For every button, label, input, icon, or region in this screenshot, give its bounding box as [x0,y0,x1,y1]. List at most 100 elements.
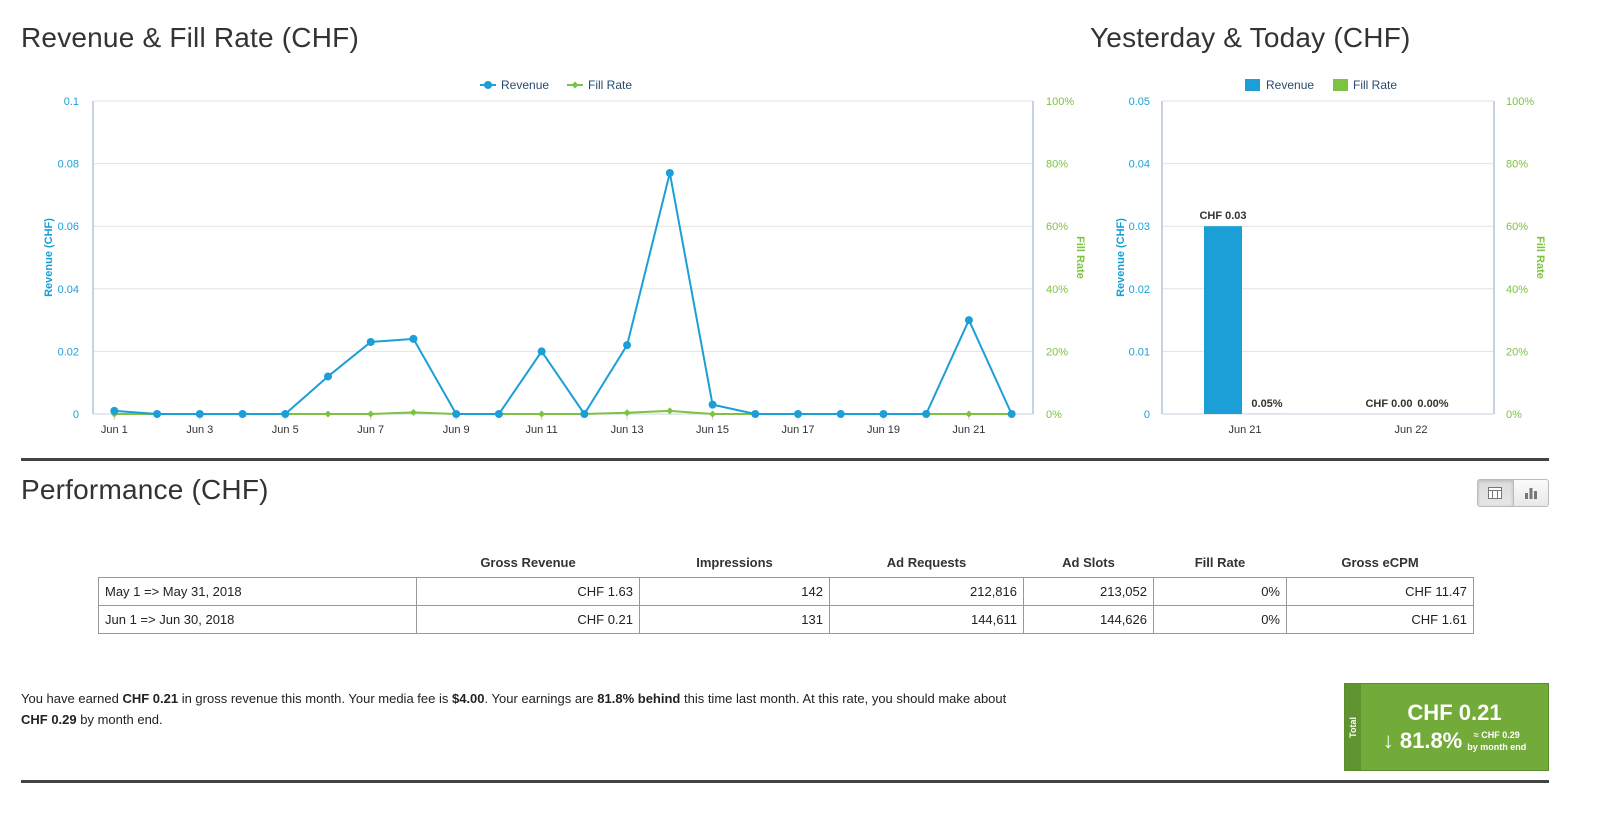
gross-ecpm-cell: CHF 1.61 [1286,604,1474,634]
y-tick-label: 0.02 [1129,284,1150,296]
fill-rate-point [538,410,546,418]
fill-rate-point [965,410,973,418]
total-side-tab: Total [1345,684,1361,770]
revenue-point [452,410,461,418]
table-row: Jun 1 => Jun 30, 2018 CHF 0.21 131 144,6… [98,604,1474,634]
table-view-button[interactable] [1478,480,1514,506]
x-tick-label: Jun 17 [781,424,814,436]
ad-requests-cell: 212,816 [829,576,1024,606]
col-header-gross-ecpm: Gross eCPM [1341,555,1419,571]
y2-tick-label: 60% [1046,221,1068,233]
y-tick-label: 0.04 [1129,159,1150,171]
table-row: May 1 => May 31, 2018 CHF 1.63 142 212,8… [98,576,1474,606]
revenue-point [836,410,845,418]
legend-revenue-label: Revenue [1266,78,1314,92]
x-tick-label: Jun 21 [952,424,985,436]
y-tick-label: 0.04 [58,284,79,296]
summary-text: You have earned [21,691,123,706]
y2-tick-label: 20% [1506,346,1528,358]
fill-rate-point [666,407,674,415]
table-header-row: Gross Revenue Impressions Ad Requests Ad… [99,549,1474,577]
revenue-point [623,341,632,350]
y-axis-title: Revenue (CHF) [43,218,55,297]
y-tick-label: 0 [73,409,79,421]
summary-media-fee: $4.00 [451,691,485,706]
y-tick-label: 0.02 [58,346,79,358]
yesterday-today-chart: 0 0.01 0.02 0.03 0.04 0.05 0% 20% 40% 60% 80% 100% R… [1115,78,1546,436]
x-tick-label: Jun 11 [526,424,558,436]
revenue-point [665,168,674,177]
col-header-ad-slots: Ad Slots [1062,555,1115,571]
revenue-point [1007,410,1016,418]
revenue-point [409,334,418,343]
revenue-point [281,410,290,418]
revenue-point [794,410,802,418]
y-tick-label: 0.03 [1129,221,1150,233]
x-tick-label: Jun 3 [186,424,213,436]
legend-fill-rate-swatch [1333,79,1348,91]
summary-text: this time last month. At this rate, you … [680,691,1007,706]
fill-rate-cell: 0% [1153,576,1287,606]
summary-text: by month end. [76,712,163,727]
fill-rate-point [409,408,417,416]
y2-axis-title: Fill Rate [1074,236,1086,279]
y2-tick-label: 20% [1046,346,1068,358]
revenue-series-line [114,172,1013,416]
ad-slots-cell: 144,626 [1023,604,1154,634]
view-toggle [1477,479,1549,507]
col-header-ad-requests: Ad Requests [886,555,967,571]
y2-tick-label: 40% [1506,284,1528,296]
section-divider [21,458,1549,461]
bar-chart-view-icon [1524,488,1537,499]
y2-tick-label: 0% [1506,409,1522,421]
y-tick-label: 0.05 [1129,96,1150,108]
gross-ecpm-cell: CHF 11.47 [1286,576,1474,606]
x-tick-label: Jun 7 [357,424,384,436]
gross-revenue-cell: CHF 0.21 [416,604,640,634]
bottom-divider [21,780,1549,783]
chart-view-button[interactable] [1514,480,1549,506]
performance-title: Performance (CHF) [21,474,269,505]
summary-projection: CHF 0.29 [21,712,77,727]
ad-slots-cell: 213,052 [1023,576,1154,606]
col-header-fill-rate: Fill Rate [1194,555,1246,571]
performance-table: Gross Revenue Impressions Ad Requests Ad… [98,549,1474,634]
x-tick-label: Jun 21 [1228,424,1261,436]
x-tick-label: Jun 22 [1394,424,1427,436]
table-view-icon [1488,487,1503,499]
impressions-cell: 142 [639,576,830,606]
yesterday-today-chart-title: Yesterday & Today (CHF) [1090,22,1411,53]
fill-rate-bar-label: 0.00% [1417,398,1448,410]
revenue-point [195,410,204,418]
total-amount: CHF 0.21 [1407,700,1502,725]
revenue-point [366,338,375,347]
projection-label: by month end [1467,742,1527,752]
period-cell: May 1 => May 31, 2018 [98,576,417,606]
y2-axis-title: Fill Rate [1534,236,1546,279]
col-header-period [99,549,417,577]
legend-revenue-label: Revenue [501,78,549,92]
revenue-point [708,400,717,409]
projection-value: ≈ CHF 0.29 [1473,730,1520,740]
legend-revenue-swatch [1245,79,1260,91]
revenue-point [580,410,589,418]
y2-tick-label: 100% [1046,96,1074,108]
summary-earned: CHF 0.21 [122,691,179,706]
impressions-cell: 131 [639,604,830,634]
revenue-chart-title: Revenue & Fill Rate (CHF) [21,22,359,53]
revenue-point [324,372,332,381]
y2-tick-label: 0% [1046,409,1062,421]
fill-rate-point [623,409,631,417]
y2-tick-label: 80% [1046,159,1068,171]
summary-text: in gross revenue this month. Your media … [178,691,452,706]
earnings-summary: You have earned CHF 0.21 in gross revenu… [21,688,1021,730]
total-earnings-box: Total CHF 0.21 ↓ 81.8% ≈ CHF 0.29 by mon… [1344,683,1549,771]
y2-tick-label: 100% [1506,96,1534,108]
summary-text: . Your earnings are [484,691,598,706]
revenue-point [751,410,760,418]
revenue-point [879,410,888,418]
total-projection: ≈ CHF 0.29 by month end [1467,729,1526,753]
period-cell: Jun 1 => Jun 30, 2018 [98,604,417,634]
y-tick-label: 0.06 [58,221,79,233]
col-header-gross-revenue: Gross Revenue [480,555,576,571]
